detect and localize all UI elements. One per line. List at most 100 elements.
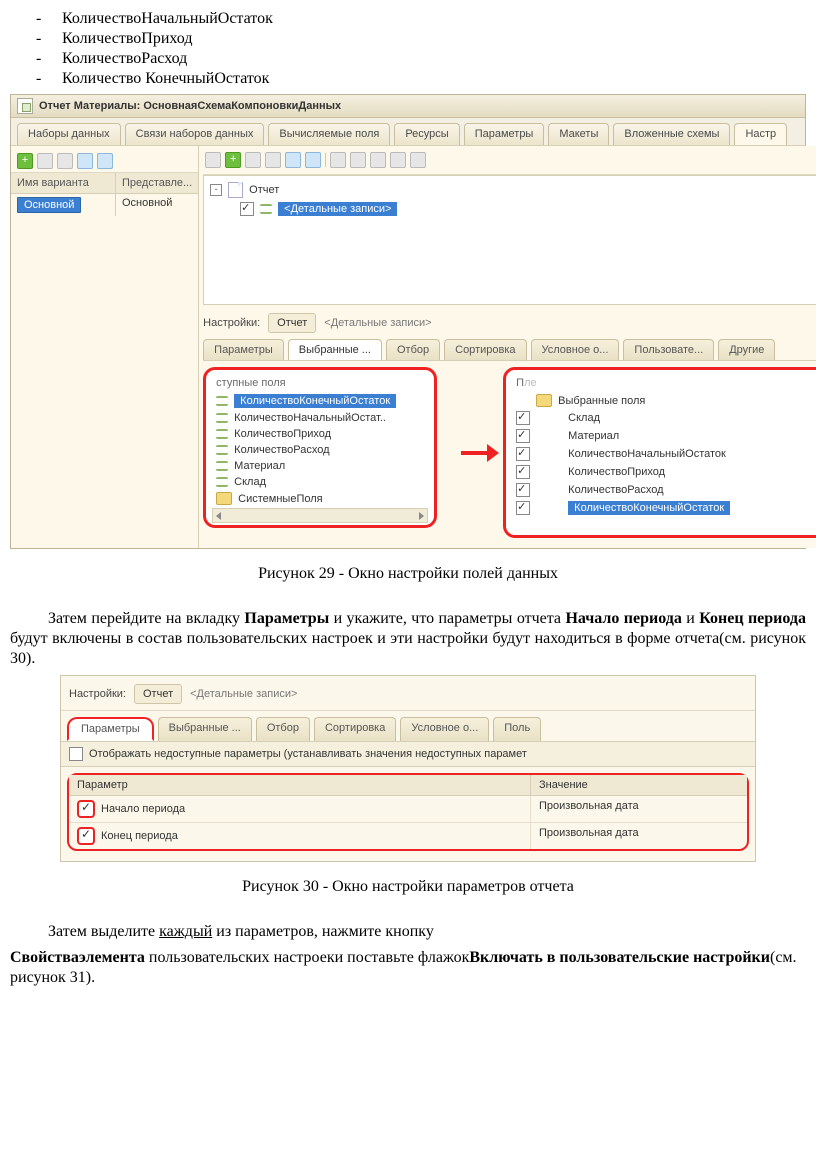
window-titlebar: Отчет Материалы: ОсновнаяСхемаКомпоновки… [11,95,805,118]
pencil-icon[interactable] [225,152,241,168]
figure-30-caption: Рисунок 30 - Окно настройки параметров о… [10,878,806,896]
selected-group-label[interactable]: Выбранные поля [558,395,645,407]
field-icon [216,477,228,487]
tab-calc-fields[interactable]: Вычисляемые поля [268,123,390,145]
field-icon [216,413,228,423]
bullet: КоличествоНачальныйОстаток [62,10,273,28]
tab-nested-schemes[interactable]: Вложенные схемы [613,123,730,145]
subtab-selected-fields[interactable]: Выбранные ... [288,339,382,360]
move-up-icon[interactable] [77,153,93,169]
subtab-filter[interactable]: Отбор [256,717,310,741]
available-field[interactable]: Склад [234,476,266,488]
settings-toolbar [203,150,816,175]
paragraph-1: Затем перейдите на вкладку Параметры и у… [10,609,806,669]
toolD-icon[interactable] [390,152,406,168]
tab-dataset-links[interactable]: Связи наборов данных [125,123,265,145]
settings-label: Настройки: [203,317,260,329]
param-name[interactable]: Начало периода [101,803,185,815]
paragraph-2a: Затем выделите каждый из параметров, наж… [10,922,806,942]
field-icon [216,396,228,406]
toolE-icon[interactable] [410,152,426,168]
subtab-sort[interactable]: Сортировка [314,717,396,741]
param-value[interactable]: Произвольная дата [531,796,747,822]
delete-icon[interactable] [57,153,73,169]
tab-layouts[interactable]: Макеты [548,123,609,145]
settings-context-tab[interactable]: Отчет [268,313,316,333]
subtab-params[interactable]: Параметры [67,717,154,741]
tab-params[interactable]: Параметры [464,123,545,145]
variants-col-repr: Представле... [116,173,198,193]
tab-settings[interactable]: Настр [734,123,787,145]
subtab-filter[interactable]: Отбор [386,339,440,360]
show-inaccessible-checkbox[interactable] [69,747,83,761]
add-icon[interactable] [17,153,33,169]
toolB-icon[interactable] [350,152,366,168]
available-field[interactable]: КоличествоКонечныйОстаток [234,394,396,408]
up-icon[interactable] [285,152,301,168]
settings-label: Настройки: [69,688,126,700]
param-name[interactable]: Конец периода [101,830,178,842]
settings-subtabs: Параметры Выбранные ... Отбор Сортировка… [203,339,816,360]
tab-datasets[interactable]: Наборы данных [17,123,121,145]
subtab-other[interactable]: Другие [718,339,775,360]
report-icon [228,182,243,198]
paragraph-2b: Свойстваэлемента пользовательских настро… [10,948,806,988]
available-field[interactable]: КоличествоПриход [234,428,331,440]
tree-detail-label[interactable]: <Детальные записи> [278,202,397,216]
available-field[interactable]: Материал [234,460,285,472]
bullet: КоличествоРасход [62,50,187,68]
selected-field[interactable]: Склад [568,412,600,424]
available-field[interactable]: СистемныеПоля [238,493,322,505]
tab-resources[interactable]: Ресурсы [394,123,459,145]
field-checkbox[interactable] [516,447,530,461]
tree-checkbox[interactable] [240,202,254,216]
move-down-icon[interactable] [97,153,113,169]
params-table: Параметр Значение Начало периода Произво… [67,773,749,851]
tool-icon[interactable] [205,152,221,168]
param-checkbox[interactable] [77,827,95,845]
figure-29-caption: Рисунок 29 - Окно настройки полей данных [10,565,806,583]
delete2-icon[interactable] [245,152,261,168]
horizontal-scrollbar[interactable] [212,508,428,523]
param-checkbox[interactable] [77,800,95,818]
selected-field[interactable]: Материал [568,430,619,442]
field-checkbox[interactable] [516,411,530,425]
param-value[interactable]: Произвольная дата [531,823,747,849]
field-icon [216,445,228,455]
bullet: КоличествоПриход [62,30,192,48]
toolA-icon[interactable] [330,152,346,168]
selected-field[interactable]: КоличествоНачальныйОстаток [568,448,726,460]
field-icon [216,461,228,471]
copy-icon[interactable] [37,153,53,169]
subtab-conditional[interactable]: Условное о... [400,717,489,741]
subtab-user[interactable]: Поль [493,717,541,741]
field-checkbox[interactable] [516,501,530,515]
link-icon [260,204,272,214]
available-field[interactable]: КоличествоНачальныйОстат.. [234,412,386,424]
settings-context-tab[interactable]: Отчет [134,684,182,704]
subtab-conditional[interactable]: Условное о... [531,339,620,360]
field-checkbox[interactable] [516,465,530,479]
selected-field[interactable]: КоличествоПриход [568,466,665,478]
selected-field[interactable]: КоличествоКонечныйОстаток [568,501,730,515]
collapse-icon[interactable]: - [210,184,222,196]
figure-30-window: Настройки: Отчет <Детальные записи> Пара… [60,675,756,862]
tool2-icon[interactable] [265,152,281,168]
subtab-user[interactable]: Пользовате... [623,339,714,360]
settings-breadcrumb: <Детальные записи> [324,317,431,329]
field-checkbox[interactable] [516,483,530,497]
field-checkbox[interactable] [516,429,530,443]
variant-name[interactable]: Основной [17,197,81,213]
col-parameter: Параметр [69,775,531,795]
subtab-sort[interactable]: Сортировка [444,339,526,360]
bullet: Количество КонечныйОстаток [62,70,269,88]
available-field[interactable]: КоличествоРасход [234,444,329,456]
subtab-params[interactable]: Параметры [203,339,284,360]
structure-tree[interactable]: - Отчет <Детальные записи> [203,175,816,305]
show-inaccessible-label: Отображать недоступные параметры (устана… [89,748,527,760]
down-icon[interactable] [305,152,321,168]
toolC-icon[interactable] [370,152,386,168]
selected-field[interactable]: КоличествоРасход [568,484,663,496]
variants-col-name: Имя варианта [11,173,116,193]
subtab-selected-fields[interactable]: Выбранные ... [158,717,252,741]
